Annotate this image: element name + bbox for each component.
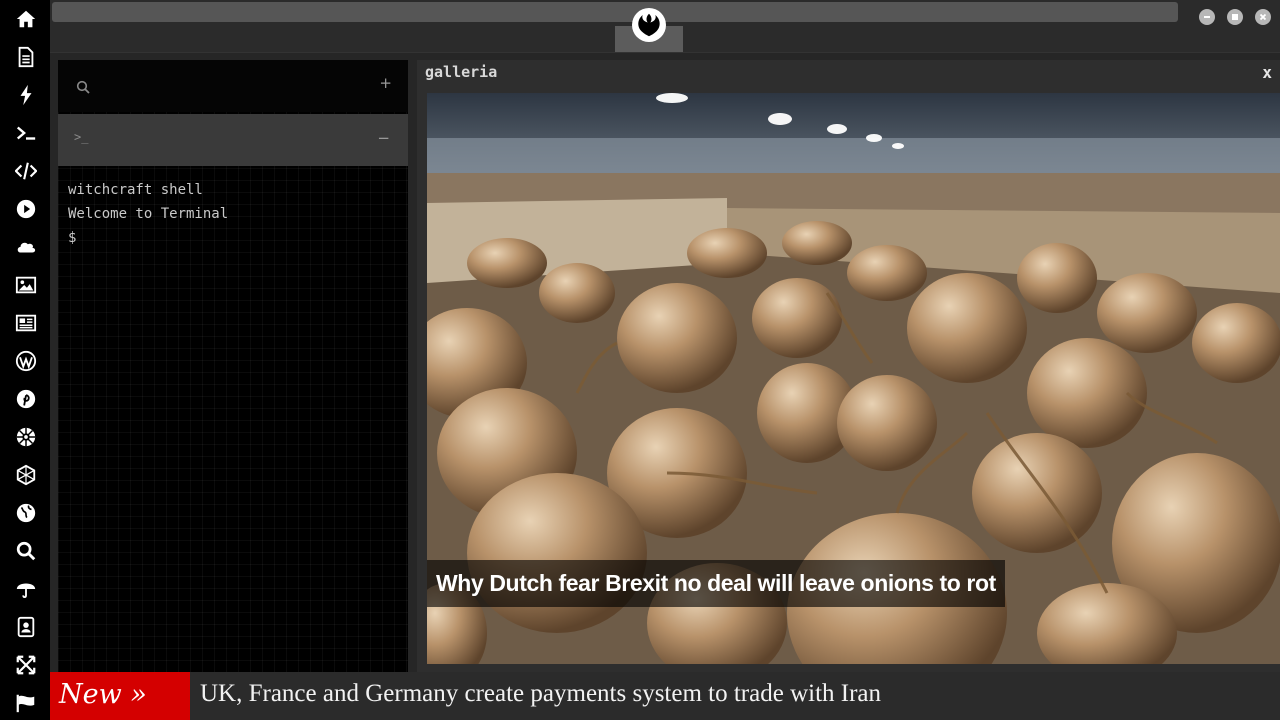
address-book-icon[interactable] <box>13 614 39 640</box>
terminal-line: witchcraft shell <box>68 182 203 198</box>
expand-arrows-icon[interactable] <box>13 652 39 678</box>
terminal-tab[interactable]: >_ − <box>58 114 408 166</box>
news-ticker: New » UK, France and Germany create paym… <box>50 672 1280 720</box>
hexagon-network-icon[interactable] <box>13 462 39 488</box>
maximize-icon[interactable] <box>1227 9 1243 25</box>
gallery-panel: galleria x Why Dutch fear Brexit no deal… <box>417 60 1280 672</box>
terminal-line: Welcome to Terminal <box>68 206 229 222</box>
address-bar[interactable] <box>52 2 1178 22</box>
cloud-icon[interactable] <box>13 234 39 260</box>
collapse-tab-button[interactable]: − <box>377 129 390 147</box>
sidebar <box>0 0 50 720</box>
terminal-output[interactable]: witchcraft shell Welcome to Terminal $ <box>68 178 228 250</box>
lightning-icon[interactable] <box>13 82 39 108</box>
pinterest-icon[interactable] <box>13 386 39 412</box>
add-tab-button[interactable]: + <box>379 74 392 92</box>
document-icon[interactable] <box>13 44 39 70</box>
rebel-alliance-icon <box>632 8 666 42</box>
terminal-icon[interactable] <box>13 120 39 146</box>
terminal-prompt: $ <box>68 230 77 246</box>
umbrella-icon[interactable] <box>13 576 39 602</box>
newspaper-icon[interactable] <box>13 310 39 336</box>
globe-icon[interactable] <box>13 500 39 526</box>
play-icon[interactable] <box>13 196 39 222</box>
gallery-title: galleria <box>425 63 498 81</box>
code-icon[interactable] <box>13 158 39 184</box>
gallery-image[interactable]: Why Dutch fear Brexit no deal will leave… <box>427 93 1280 664</box>
home-icon[interactable] <box>13 6 39 32</box>
terminal-prompt-icon: >_ <box>74 130 89 144</box>
ticker-headline[interactable]: UK, France and Germany create payments s… <box>200 672 881 720</box>
gallery-close-button[interactable]: x <box>1262 63 1272 82</box>
flag-icon[interactable] <box>13 690 39 716</box>
galactic-empire-icon[interactable] <box>13 424 39 450</box>
search-icon <box>76 80 90 94</box>
ticker-badge: New » <box>50 672 190 720</box>
wordpress-icon[interactable] <box>13 348 39 374</box>
image-icon[interactable] <box>13 272 39 298</box>
minimize-icon[interactable] <box>1199 9 1215 25</box>
close-icon[interactable] <box>1255 9 1271 25</box>
terminal-search-bar[interactable]: + <box>58 60 408 112</box>
search-icon[interactable] <box>13 538 39 564</box>
terminal-panel[interactable]: + >_ − witchcraft shell Welcome to Termi… <box>58 60 408 672</box>
gallery-caption[interactable]: Why Dutch fear Brexit no deal will leave… <box>427 560 1005 607</box>
emblem-tab[interactable] <box>615 8 683 52</box>
